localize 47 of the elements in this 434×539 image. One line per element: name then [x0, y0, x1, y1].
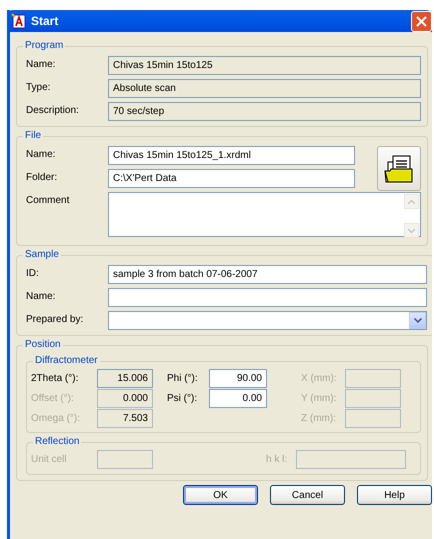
text-field[interactable] [108, 288, 427, 307]
folder-document-icon [384, 154, 414, 182]
chevron-down-icon [414, 318, 422, 323]
dropdown-field[interactable] [108, 311, 427, 330]
text-field[interactable]: Chivas 15min 15to125 [108, 56, 421, 75]
number-field[interactable]: 90.00 [209, 369, 267, 388]
text-field[interactable]: sample 3 from batch 07-06-2007 [108, 265, 427, 284]
window-title: Start [31, 14, 58, 28]
field-label: Name: [26, 148, 56, 160]
number-field[interactable]: 0.00 [209, 389, 267, 408]
scroll-up-button[interactable] [404, 194, 419, 209]
field-label: ID: [26, 267, 40, 279]
field-label: Description: [26, 104, 80, 116]
close-button[interactable] [411, 10, 432, 32]
field-label: h k l: [266, 454, 288, 465]
close-icon [416, 16, 427, 26]
browse-button[interactable] [377, 146, 421, 191]
field-label: Psi (°): [167, 393, 198, 404]
scroll-down-button[interactable] [404, 223, 419, 238]
app-icon [11, 13, 27, 29]
field-label: Name: [26, 290, 56, 302]
group-title: Program [23, 39, 66, 52]
dialog-button[interactable]: Cancel [270, 485, 345, 505]
text-field[interactable]: 70 sec/step [108, 102, 421, 121]
dialog-button[interactable]: OK [183, 485, 258, 505]
field-label: X (mm): [301, 373, 338, 384]
field-label: 2Theta (°): [31, 373, 80, 384]
field-label: Prepared by: [26, 313, 84, 325]
comment-field[interactable] [108, 192, 421, 237]
field-label: Offset (°): [31, 393, 75, 404]
dialog-button[interactable]: Help [357, 485, 432, 505]
field-label: Comment [26, 194, 70, 206]
group-title: Sample [23, 248, 61, 261]
field-label: Unit cell [31, 454, 68, 465]
field-label: Phi (°): [167, 373, 199, 384]
chevron-down-icon [408, 228, 415, 232]
text-field[interactable]: Chivas 15min 15to125_1.xrdml [108, 146, 355, 165]
number-field[interactable]: 15.006 [97, 369, 153, 388]
field-label: Z (mm): [301, 413, 337, 424]
field-label: Type: [26, 81, 52, 93]
field-label: Omega (°): [31, 413, 82, 424]
text-field[interactable]: Absolute scan [108, 79, 421, 98]
field-label: Folder: [26, 171, 58, 183]
chevron-up-icon [408, 200, 415, 204]
field-label: Name: [26, 58, 56, 70]
field-label: Y (mm): [301, 393, 338, 404]
text-field[interactable]: C:\X'Pert Data [108, 169, 355, 188]
